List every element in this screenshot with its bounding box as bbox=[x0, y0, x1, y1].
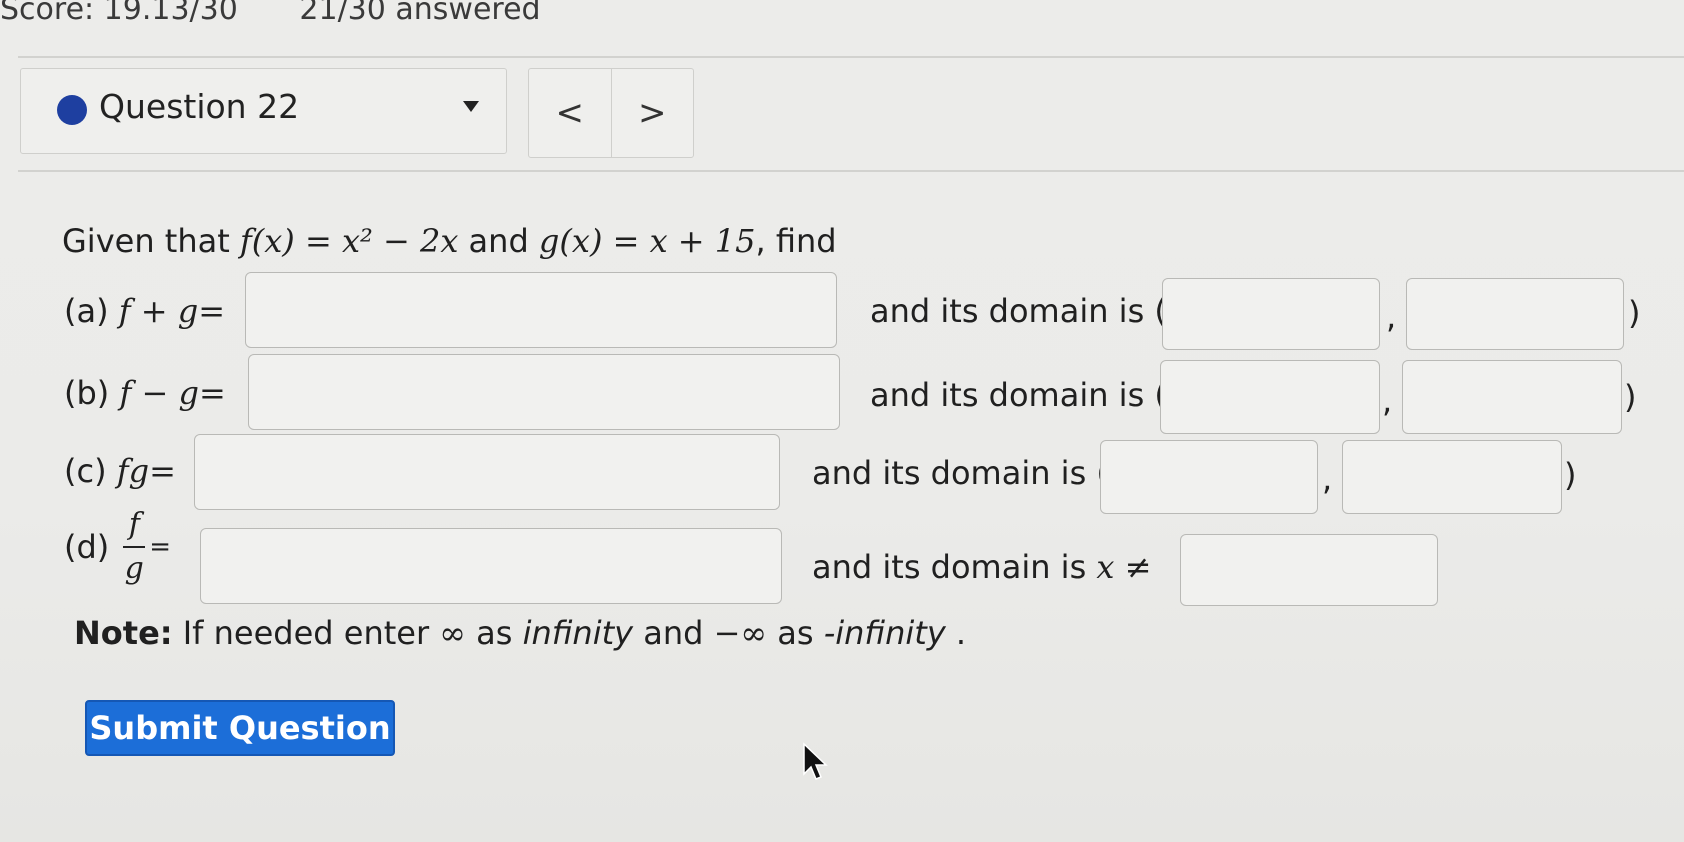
note-text: as bbox=[767, 614, 824, 652]
domain-c-text: and its domain is ( bbox=[812, 454, 1109, 492]
answer-a-input[interactable] bbox=[245, 272, 837, 348]
fraction-denominator: g bbox=[124, 551, 144, 586]
part-d-label: (d) f g = bbox=[64, 508, 171, 586]
submit-question-button[interactable]: Submit Question bbox=[85, 700, 395, 756]
comma: , bbox=[1386, 298, 1397, 336]
part-label: (d) bbox=[64, 528, 110, 566]
note-label: Note: bbox=[74, 614, 173, 652]
close-paren: ) bbox=[1624, 378, 1637, 416]
part-a-label: (a) f + g= bbox=[64, 292, 225, 330]
not-equal-expression: x ≠ bbox=[1096, 548, 1152, 586]
prev-question-button[interactable]: < bbox=[529, 69, 611, 157]
question-label: Question 22 bbox=[99, 87, 300, 126]
prompt-find: , find bbox=[755, 222, 837, 260]
status-dot-icon bbox=[57, 95, 87, 125]
domain-b-lower-input[interactable] bbox=[1160, 360, 1380, 434]
neg-infinity-symbol: −∞ bbox=[713, 614, 768, 652]
part-label: (c) bbox=[64, 452, 107, 490]
comma: , bbox=[1382, 382, 1393, 420]
divider bbox=[18, 170, 1684, 172]
note-text: If needed enter bbox=[172, 614, 440, 652]
prompt-given: Given that bbox=[62, 222, 230, 260]
fraction: f g bbox=[123, 507, 146, 586]
f-definition: f(x) = x² − 2x bbox=[239, 222, 459, 260]
domain-b-upper-input[interactable] bbox=[1402, 360, 1622, 434]
note-text: . bbox=[945, 614, 967, 652]
chevron-right-icon: > bbox=[638, 93, 667, 133]
question-nav: < > bbox=[528, 68, 694, 158]
note: Note: If needed enter ∞ as infinity and … bbox=[74, 614, 966, 652]
question-prompt: Given that f(x) = x² − 2x and g(x) = x +… bbox=[62, 222, 837, 260]
score-bar: Score: 19.13/30 21/30 answered bbox=[0, 0, 593, 27]
domain-c-upper-input[interactable] bbox=[1342, 440, 1562, 514]
part-expression: fg= bbox=[116, 452, 176, 490]
domain-d-excluded-input[interactable] bbox=[1180, 534, 1438, 606]
comma: , bbox=[1322, 460, 1333, 498]
domain-c-lower-input[interactable] bbox=[1100, 440, 1318, 514]
infinity-symbol: ∞ bbox=[439, 614, 466, 652]
answer-c-input[interactable] bbox=[194, 434, 780, 510]
infinity-word: infinity bbox=[522, 614, 634, 652]
fraction-numerator: f bbox=[128, 507, 140, 542]
close-paren: ) bbox=[1564, 456, 1577, 494]
answered-text: 21/30 answered bbox=[299, 0, 541, 27]
domain-d-text: and its domain is x ≠ bbox=[812, 548, 1151, 586]
part-label: (a) bbox=[64, 292, 109, 330]
answer-d-input[interactable] bbox=[200, 528, 782, 604]
question-dropdown[interactable]: Question 22 bbox=[20, 68, 507, 154]
prompt-and: and bbox=[468, 222, 529, 260]
mouse-cursor-icon bbox=[803, 742, 828, 780]
domain-a-upper-input[interactable] bbox=[1406, 278, 1624, 350]
part-expression: f − g= bbox=[119, 374, 226, 412]
domain-b-text: and its domain is ( bbox=[870, 376, 1167, 414]
fraction-bar bbox=[123, 546, 146, 548]
neg-infinity-word: -infinity bbox=[823, 614, 946, 652]
equals-sign: = bbox=[149, 532, 172, 562]
answer-b-input[interactable] bbox=[248, 354, 840, 430]
part-expression: f + g= bbox=[118, 292, 226, 330]
note-text: and bbox=[633, 614, 714, 652]
part-b-label: (b) f − g= bbox=[64, 374, 226, 412]
next-question-button[interactable]: > bbox=[610, 69, 694, 157]
note-text: as bbox=[465, 614, 523, 652]
score-text: Score: 19.13/30 bbox=[0, 0, 238, 27]
domain-a-lower-input[interactable] bbox=[1162, 278, 1380, 350]
caret-down-icon bbox=[463, 101, 479, 112]
part-label: (b) bbox=[64, 374, 110, 412]
divider bbox=[18, 56, 1684, 58]
domain-d-label: and its domain is bbox=[812, 548, 1087, 586]
part-c-label: (c) fg= bbox=[64, 452, 176, 490]
close-paren: ) bbox=[1628, 294, 1641, 332]
chevron-left-icon: < bbox=[555, 93, 585, 133]
g-definition: g(x) = x + 15 bbox=[538, 222, 756, 260]
domain-a-text: and its domain is ( bbox=[870, 292, 1167, 330]
